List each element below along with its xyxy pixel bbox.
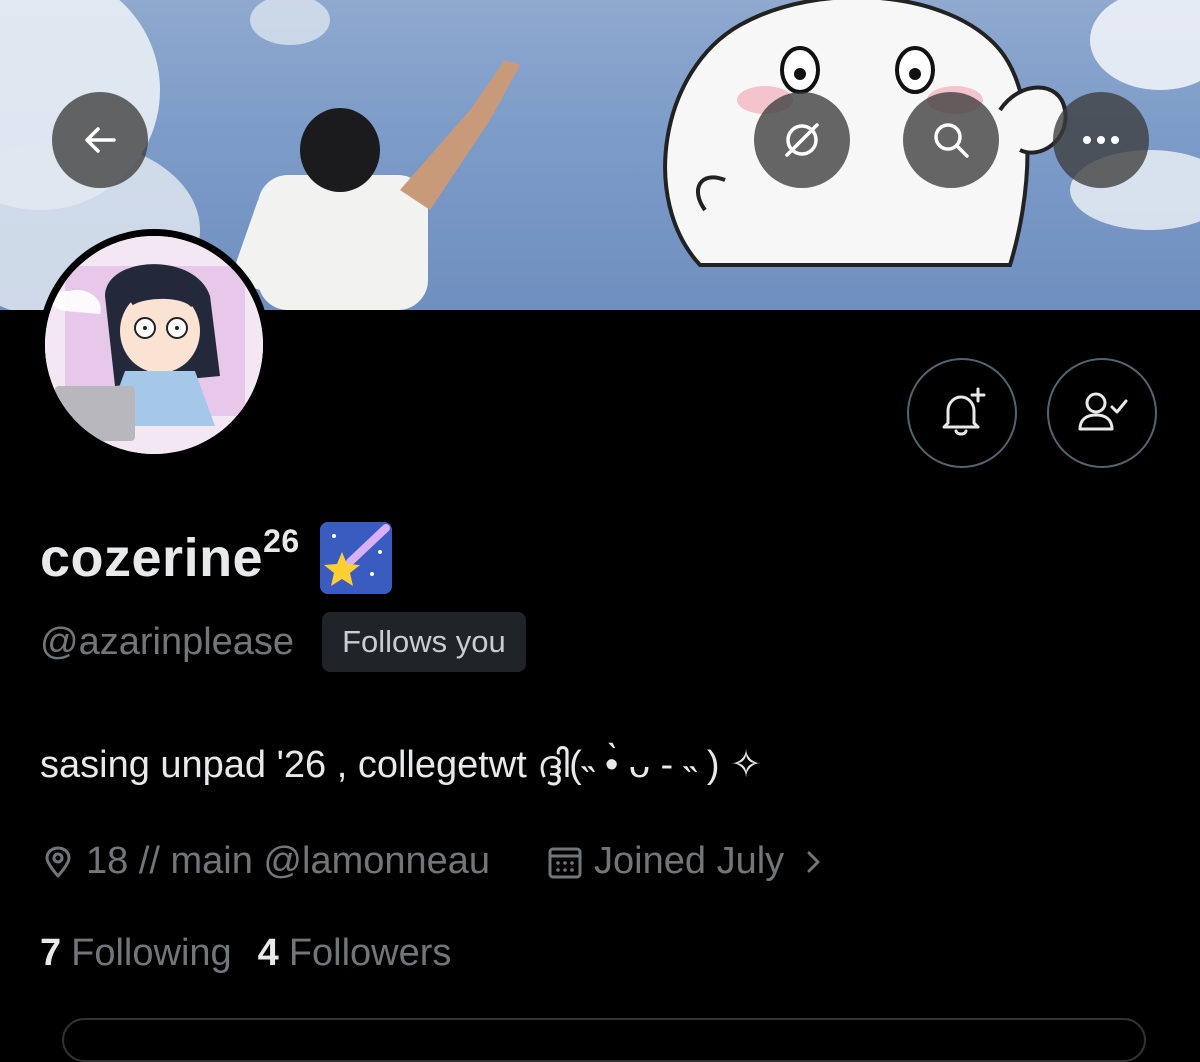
profile-avatar[interactable] (38, 229, 270, 461)
notifications-button[interactable] (907, 358, 1017, 468)
following-label: Following (71, 932, 232, 974)
chevron-right-icon (807, 851, 820, 872)
following-count: 7 (40, 932, 62, 974)
joined-text: Joined July (594, 840, 785, 882)
location-item: 18 // main @lamonneau (40, 840, 490, 883)
profile-bio: sasing unpad '26 , collegetwt ദ്ദി(˵ •̀ … (40, 744, 762, 786)
display-name: cozerine26 (40, 523, 300, 588)
back-arrow-icon (85, 127, 116, 153)
following-button[interactable] (1047, 358, 1157, 468)
more-button[interactable] (1053, 92, 1149, 188)
shooting-star-emoji-icon (319, 522, 392, 594)
user-handle: @azarinplease (40, 620, 295, 663)
followers-count: 4 (257, 932, 279, 974)
search-icon (934, 123, 969, 158)
location-pin-icon (45, 846, 71, 877)
followers-label: Followers (288, 932, 452, 974)
following-link[interactable]: 7 Following (40, 932, 232, 975)
profile-meta: 18 // main @lamonneau Joined July (40, 840, 838, 883)
more-icon (1083, 136, 1119, 144)
search-button[interactable] (903, 92, 999, 188)
bell-plus-icon (942, 387, 986, 436)
bottom-pill[interactable] (62, 1018, 1146, 1062)
back-button[interactable] (52, 92, 148, 188)
person-check-icon (1078, 392, 1128, 431)
handle-row: @azarinplease Follows you (40, 612, 526, 672)
grok-button[interactable] (754, 92, 850, 188)
calendar-icon (548, 847, 582, 878)
avatar-image (45, 236, 263, 454)
followers-link[interactable]: 4 Followers (258, 932, 452, 975)
location-text: 18 // main @lamonneau (86, 840, 491, 882)
display-name-row: cozerine26 (40, 522, 392, 594)
follows-you-badge: Follows you (322, 612, 526, 672)
grok-icon (785, 123, 819, 157)
follow-stats: 7 Following 4 Followers (40, 932, 451, 975)
joined-item[interactable]: Joined July (546, 840, 838, 883)
